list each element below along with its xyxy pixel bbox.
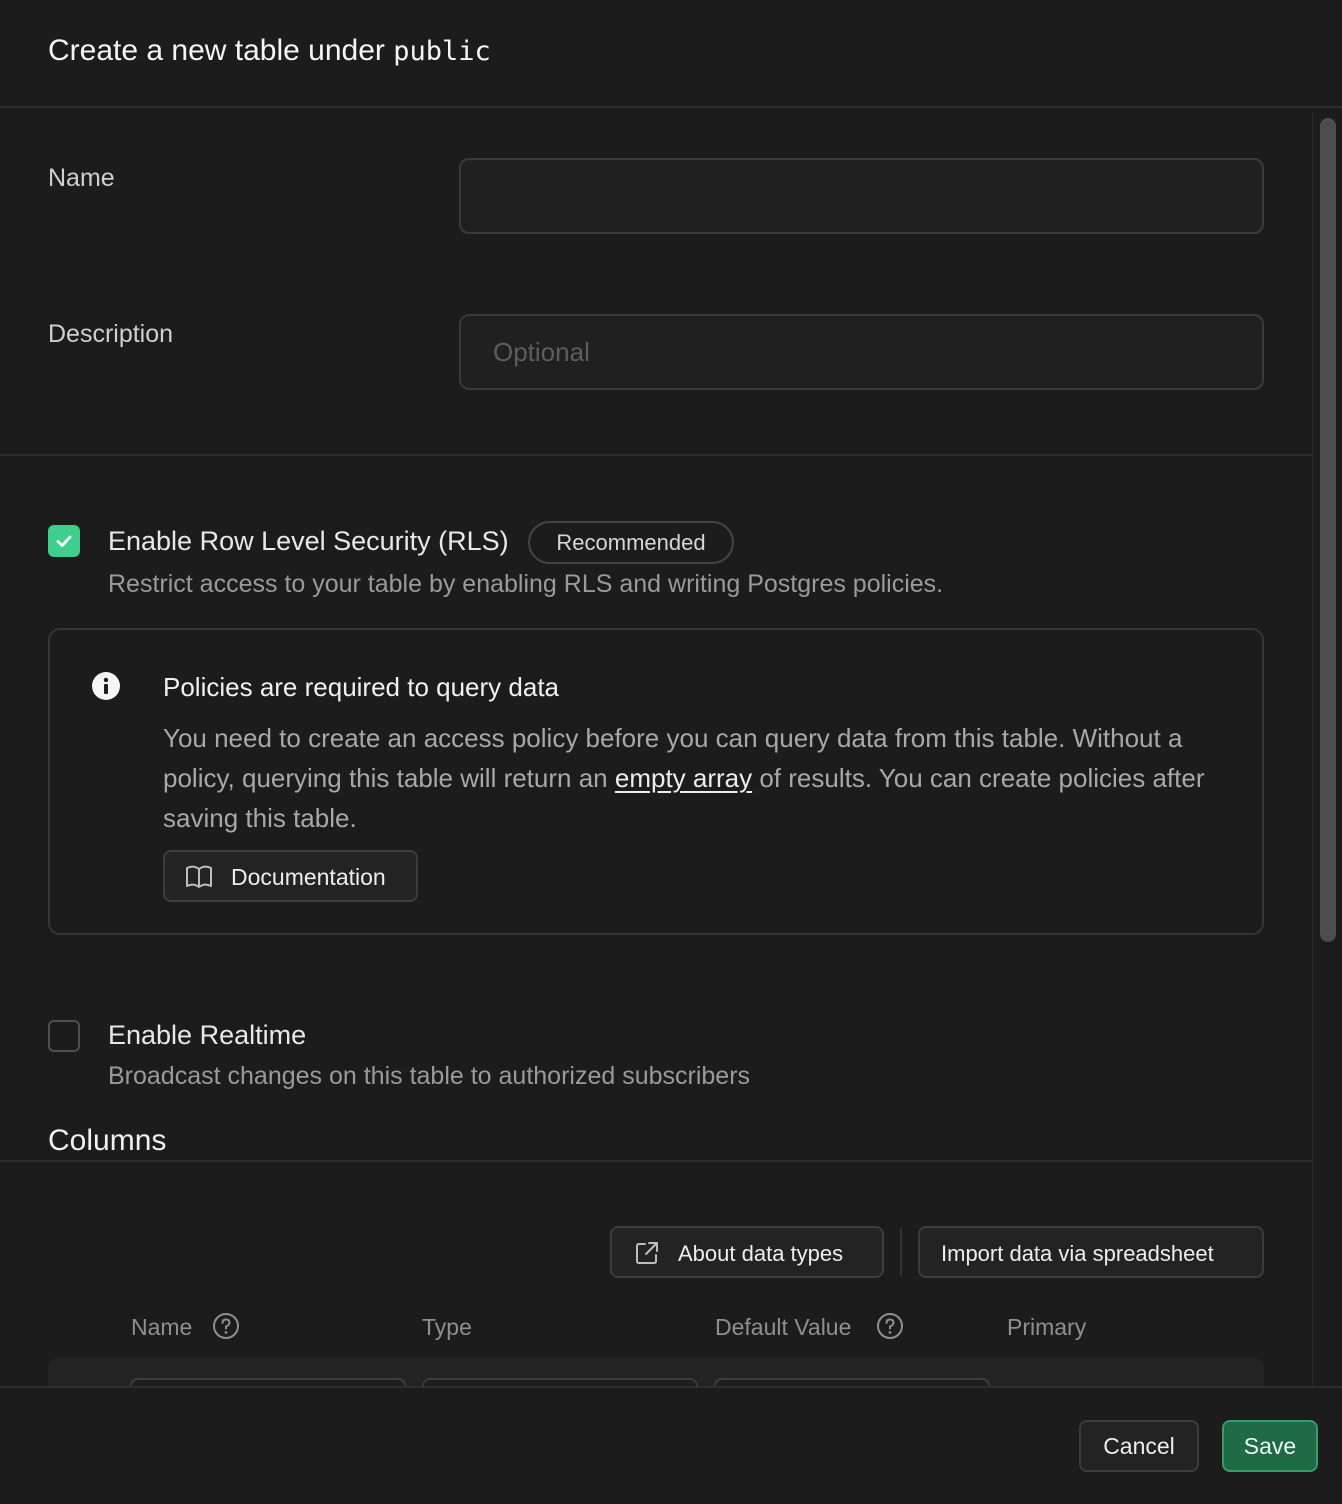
rls-description: Restrict access to your table by enablin… <box>108 570 944 598</box>
description-label: Description <box>48 320 174 348</box>
dialog-header: Create a new table under public <box>0 0 1342 108</box>
save-button[interactable]: Save <box>1222 1420 1318 1472</box>
policy-alert: Policies are required to query data You … <box>48 628 1264 935</box>
cancel-button[interactable]: Cancel <box>1079 1420 1199 1472</box>
schema-name: public <box>393 36 491 67</box>
alert-title: Policies are required to query data <box>163 672 560 702</box>
column-type-cell[interactable] <box>422 1378 698 1386</box>
realtime-description: Broadcast changes on this table to autho… <box>108 1062 751 1090</box>
dialog-title-text: Create a new table under <box>48 34 385 67</box>
column-header-type: Type <box>422 1314 472 1340</box>
scroll-thumb[interactable] <box>1320 118 1336 942</box>
about-data-types-button[interactable]: About data types <box>610 1226 884 1278</box>
external-link-icon <box>636 1242 658 1264</box>
button-separator <box>900 1228 902 1276</box>
column-header-primary: Primary <box>1007 1314 1087 1340</box>
documentation-button[interactable]: Documentation <box>163 850 418 902</box>
dialog-footer: Cancel Save <box>0 1386 1342 1504</box>
column-row <box>48 1358 1264 1386</box>
column-header-default: Default Value <box>715 1314 852 1340</box>
book-icon <box>186 865 212 888</box>
columns-title: Columns <box>48 1124 167 1157</box>
about-data-types-label: About data types <box>678 1241 844 1266</box>
check-icon <box>56 535 72 547</box>
scrollbar[interactable] <box>1312 110 1342 1386</box>
rls-checkbox[interactable] <box>48 525 80 557</box>
info-icon <box>92 672 120 700</box>
section-divider <box>0 454 1312 456</box>
name-label: Name <box>48 164 115 192</box>
column-header-name: Name <box>131 1314 193 1340</box>
help-icon[interactable] <box>212 1312 240 1340</box>
dialog-body: Name Description Enable Row Level Securi… <box>0 110 1312 1386</box>
realtime-title: Enable Realtime <box>108 1020 307 1050</box>
dialog-title: Create a new table under public <box>48 34 491 68</box>
section-divider-2 <box>0 1160 1312 1162</box>
name-input[interactable] <box>459 158 1264 234</box>
documentation-label: Documentation <box>231 864 386 890</box>
rls-title: Enable Row Level Security (RLS) <box>108 526 509 556</box>
help-icon[interactable] <box>876 1312 904 1340</box>
column-name-cell[interactable] <box>130 1378 406 1386</box>
import-spreadsheet-button[interactable]: Import data via spreadsheet <box>918 1226 1264 1278</box>
realtime-checkbox[interactable] <box>48 1020 80 1052</box>
import-spreadsheet-label: Import data via spreadsheet <box>941 1241 1214 1266</box>
column-default-cell[interactable] <box>714 1378 990 1386</box>
description-input[interactable] <box>459 314 1264 390</box>
recommended-badge: Recommended <box>528 521 734 564</box>
alert-body: You need to create an access policy befo… <box>163 718 1223 838</box>
empty-array-link[interactable]: empty array <box>615 763 752 793</box>
